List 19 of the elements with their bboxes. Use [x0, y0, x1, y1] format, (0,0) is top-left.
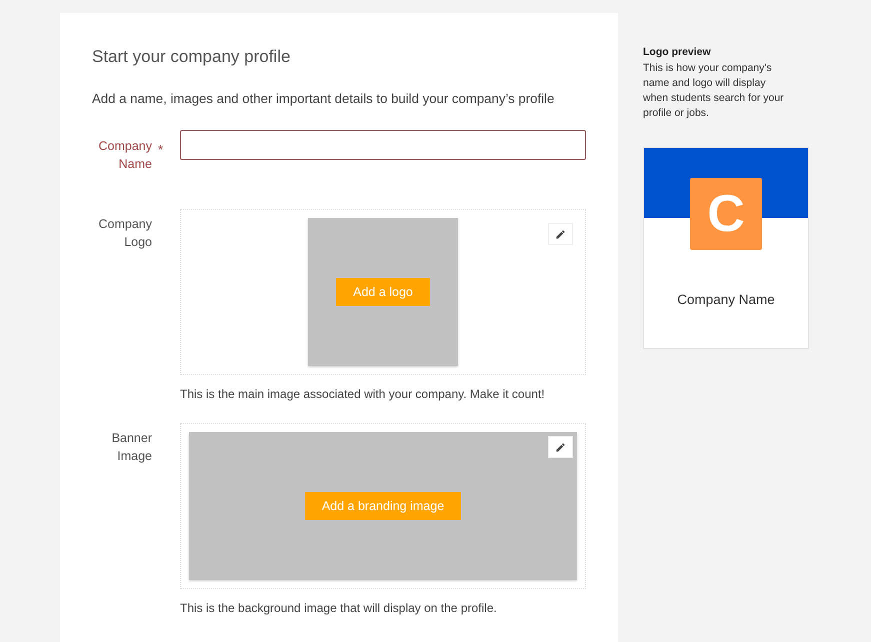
- page-subtitle: Add a name, images and other important details to build your company’s profile: [92, 91, 556, 106]
- field-label: Company Name: [98, 138, 152, 173]
- company-name-field[interactable]: [180, 130, 586, 160]
- help-text: This is the main image associated with your company. Make it count!: [180, 387, 546, 401]
- preview-description: This is how your company's name and logo will display when students search for your profile or jobs.: [643, 61, 785, 121]
- edit-icon: [555, 442, 566, 452]
- company-name: Company Name: [677, 292, 775, 307]
- required-mark: *: [157, 142, 164, 157]
- edit-button[interactable]: [548, 223, 573, 245]
- upload-button[interactable]: Add a branding image: [304, 492, 462, 520]
- edit-icon: [555, 228, 566, 240]
- company-logo: C: [690, 178, 762, 250]
- preview-title: Logo preview: [643, 46, 712, 58]
- help-text: This is the background image that will display on the profile.: [180, 601, 498, 615]
- page-title: Start your company profile: [92, 47, 292, 67]
- upload-button[interactable]: Add a logo: [336, 278, 430, 306]
- field-label: Company Logo: [98, 216, 152, 251]
- field-label: Banner Image: [110, 430, 152, 465]
- edit-button[interactable]: [548, 436, 573, 458]
